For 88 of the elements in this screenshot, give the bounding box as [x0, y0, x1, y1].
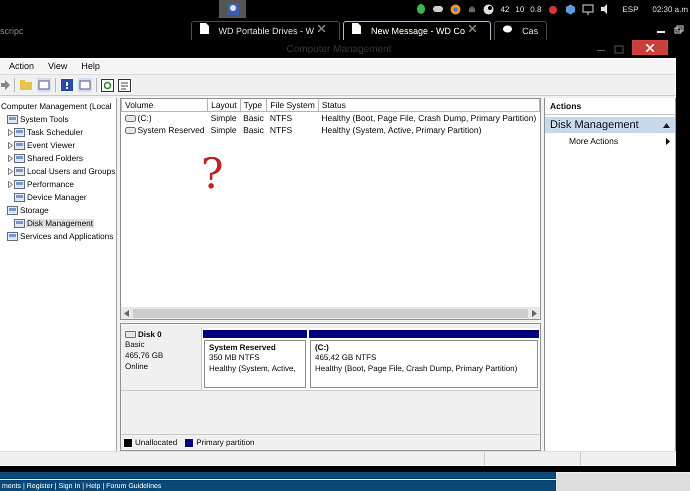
column-header[interactable]: Volume [122, 99, 208, 112]
scrollbar[interactable] [121, 307, 540, 319]
refresh-icon[interactable] [101, 78, 114, 92]
disk-detail: Online [125, 361, 150, 372]
tree-item[interactable]: Task Scheduler [26, 128, 84, 137]
partition-size: 465,42 GB NTFS [315, 352, 378, 363]
snap-in-icon [14, 127, 25, 138]
tree-item[interactable]: Storage [19, 206, 50, 215]
tree-item[interactable]: Performance [26, 180, 75, 189]
menu-item[interactable]: Action [9, 61, 34, 71]
handwritten-mark: ? [201, 149, 224, 198]
column-header[interactable]: Status [318, 99, 540, 112]
scroll-right-icon [532, 310, 537, 316]
snap-in-icon [14, 140, 25, 151]
tray-reading: 42 [500, 4, 510, 14]
submenu-arrow-icon [666, 138, 670, 144]
column-header[interactable]: Type [240, 99, 267, 112]
actions-section[interactable]: Disk Management [545, 117, 675, 133]
table-cell-text: Healthy (System, Active, Primary Partition) [320, 124, 482, 136]
properties-icon[interactable] [118, 78, 131, 92]
table-cell: (C:) [138, 113, 152, 123]
column-header[interactable]: Layout [208, 99, 240, 112]
menu-item[interactable]: View [48, 61, 68, 71]
table-cell: Basic [240, 112, 267, 124]
actions-header: Actions [545, 98, 675, 115]
tree-item[interactable]: Services and Applications [19, 232, 114, 241]
forward-arrow-icon[interactable] [1, 80, 10, 90]
tray-reading: 10 [515, 4, 524, 14]
snap-in-icon [14, 218, 25, 229]
snap-in-icon [14, 192, 25, 203]
partition-name: System Reserved [209, 343, 277, 352]
column-header[interactable]: File System [266, 99, 318, 112]
tree-item[interactable]: Local Users and Groups [26, 167, 116, 176]
table-cell: Simple [208, 112, 240, 124]
clock: 02:30 a.m [652, 4, 688, 14]
snap-in-icon [7, 114, 18, 125]
restore-icon[interactable] [674, 25, 684, 34]
table-cell-text: Basic [242, 124, 265, 136]
disk-detail: 465,76 GB [125, 350, 164, 361]
partition-size: 350 MB NTFS [209, 352, 261, 363]
legend-label: Unallocated [135, 438, 178, 447]
disk-label[interactable]: Disk 0 Basic 465,76 GB Online [121, 328, 202, 390]
snap-in-icon [14, 166, 25, 177]
tree-item[interactable]: Event Viewer [26, 141, 76, 150]
help-icon[interactable] [60, 78, 74, 92]
action-item[interactable]: More Actions [545, 133, 675, 149]
browser-tab[interactable]: scripc [0, 22, 24, 40]
close-icon[interactable] [469, 24, 476, 32]
close-button[interactable] [632, 40, 668, 55]
panel-icon[interactable] [37, 78, 51, 92]
app-icon[interactable] [226, 2, 240, 16]
table-cell: System Reserved [138, 125, 205, 135]
snap-in-icon [7, 205, 18, 216]
maximize-icon[interactable] [614, 44, 624, 54]
language-indicator[interactable]: ESP [622, 4, 638, 14]
network-icon[interactable] [582, 4, 594, 14]
table-cell: Healthy (Boot, Page File, Crash Dump, Primary Partition) [318, 112, 540, 124]
tree-item[interactable]: Computer Management (Local [0, 102, 113, 111]
legend-label: Primary partition [196, 438, 254, 447]
disk-detail: Basic [125, 339, 146, 350]
menu-item[interactable]: Help [81, 61, 100, 71]
table-cell-text: Simple [210, 124, 238, 136]
page-icon [352, 22, 362, 34]
partition-block[interactable]: System Reserved 350 MB NTFS Healthy (System, Active, [204, 340, 306, 388]
disk-name: Disk 0 [138, 330, 162, 339]
scroll-left-icon [124, 310, 129, 316]
table-cell: NTFS [266, 112, 318, 124]
partition-status: Healthy (System, Active, [209, 363, 297, 374]
table-cell-text: NTFS [268, 124, 294, 136]
close-icon [646, 44, 654, 52]
tree-item[interactable]: Shared Folders [26, 154, 84, 163]
tree-item[interactable]: Device Manager [26, 193, 88, 202]
tree-item[interactable]: System Tools [19, 115, 70, 124]
snap-in-icon [7, 231, 18, 242]
drive-icon [124, 126, 136, 134]
page-icon [200, 22, 209, 34]
tree-item[interactable]: Disk Management [26, 219, 94, 228]
partition-block[interactable]: (C:) 465,42 GB NTFS Healthy (Boot, Page File, Crash Dump, Primary Partition) [310, 340, 538, 388]
snap-in-icon [14, 153, 25, 164]
partition-status: Healthy (Boot, Page File, Crash Dump, Primary Partition) [315, 363, 518, 374]
snap-in-icon [14, 179, 25, 190]
close-icon[interactable] [318, 24, 326, 32]
tray-reading: 0.8 [530, 4, 542, 14]
panel-icon[interactable] [78, 78, 92, 92]
drive-icon [124, 114, 136, 122]
partition-name: (C:) [315, 343, 330, 352]
collapse-icon [663, 122, 670, 128]
drive-icon [125, 331, 136, 338]
